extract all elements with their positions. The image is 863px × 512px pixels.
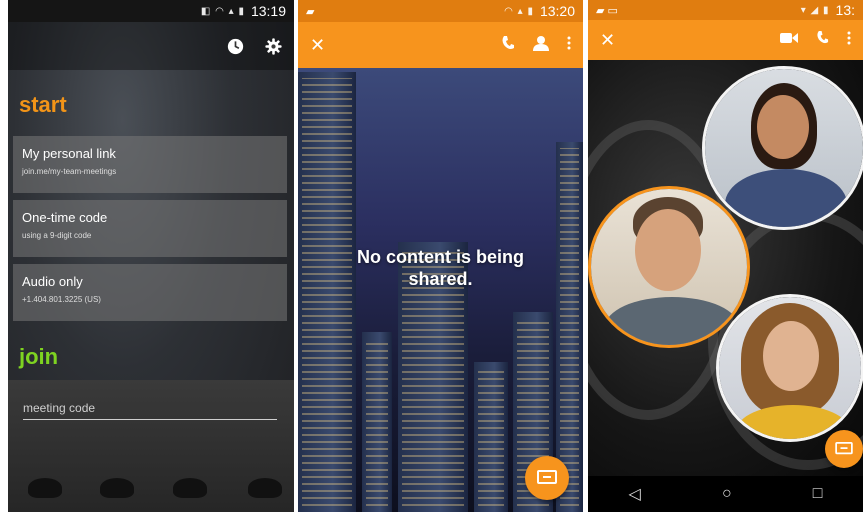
- screen-share-button[interactable]: [825, 430, 863, 468]
- shoe-shape: [248, 478, 282, 498]
- app-showcase: ◧ ◠ ▴ ▮ 13:19 start My personal link joi…: [0, 0, 863, 512]
- system-nav-bar: ◁ ○ □: [588, 476, 863, 512]
- status-icons: ◠ ▴ ▮: [504, 5, 534, 17]
- notification-icon: ▰ ▭: [596, 4, 618, 17]
- building-shape: [362, 332, 392, 512]
- status-bar: ▰ ◠ ▴ ▮ 13:20: [298, 0, 583, 22]
- viewer-screen: ▰ ◠ ▴ ▮ 13:20 ✕ No content is being shar…: [298, 0, 583, 512]
- top-app-bar: [8, 22, 294, 70]
- more-vert-icon[interactable]: [567, 36, 571, 55]
- screen-share-icon: [537, 470, 557, 484]
- screen-share-button[interactable]: [525, 456, 569, 500]
- start-screen: ◧ ◠ ▴ ▮ 13:19 start My personal link joi…: [8, 0, 294, 512]
- history-icon[interactable]: [226, 37, 244, 55]
- building-shape: [298, 72, 356, 512]
- participant-face: [763, 321, 819, 391]
- participant-face: [757, 95, 809, 159]
- status-time: 13:: [835, 2, 855, 18]
- option-subtitle: +1.404.801.3225 (US): [22, 295, 101, 304]
- meeting-code-input[interactable]: [23, 396, 277, 420]
- more-vert-icon[interactable]: [847, 31, 851, 50]
- status-time: 13:19: [250, 3, 286, 19]
- participant-video-bubble[interactable]: [716, 294, 863, 442]
- city-background: [298, 68, 583, 512]
- nav-back-icon[interactable]: ◁: [629, 484, 641, 504]
- join-heading: join: [19, 344, 59, 369]
- close-icon[interactable]: ✕: [600, 30, 615, 51]
- screen-share-icon: [835, 442, 853, 455]
- status-icons: ▾ ◢ ▮: [800, 4, 830, 16]
- close-icon[interactable]: ✕: [310, 35, 325, 56]
- status-bar: ◧ ◠ ▴ ▮ 13:19: [8, 0, 294, 22]
- building-shape: [556, 142, 583, 512]
- top-app-bar: ✕: [588, 20, 863, 60]
- personal-link-option[interactable]: My personal link join.me/my-team-meeting…: [13, 136, 287, 193]
- phone-icon[interactable]: [816, 30, 829, 50]
- start-heading: start: [19, 92, 67, 117]
- status-icons: ◧ ◠ ▴ ▮: [200, 5, 245, 17]
- no-content-message: No content is being shared.: [356, 247, 524, 289]
- phone-icon[interactable]: [501, 35, 515, 56]
- shoe-shape: [173, 478, 207, 498]
- option-subtitle: using a 9-digit code: [22, 231, 92, 240]
- option-title: One-time code: [22, 210, 108, 225]
- status-bar: ▰ ▭ ▾ ◢ ▮ 13:: [588, 0, 863, 20]
- video-call-screen: ▰ ▭ ▾ ◢ ▮ 13: ✕ ◁ ○ □: [588, 0, 863, 512]
- option-title: My personal link: [22, 146, 116, 161]
- person-icon[interactable]: [533, 35, 549, 56]
- settings-gear-icon[interactable]: [264, 37, 282, 55]
- participant-face: [635, 209, 701, 291]
- shoe-shape: [28, 478, 62, 498]
- status-time: 13:20: [539, 3, 575, 19]
- option-subtitle: join.me/my-team-meetings: [22, 167, 117, 176]
- nav-home-icon[interactable]: ○: [722, 485, 732, 503]
- video-camera-icon[interactable]: [780, 31, 798, 49]
- shoe-shape: [100, 478, 134, 498]
- notification-icon: ▰: [306, 5, 315, 18]
- audio-only-option[interactable]: Audio only +1.404.801.3225 (US): [13, 264, 287, 321]
- one-time-code-option[interactable]: One-time code using a 9-digit code: [13, 200, 287, 257]
- top-app-bar: ✕: [298, 22, 583, 68]
- building-shape: [474, 362, 508, 512]
- nav-recents-icon[interactable]: □: [813, 485, 823, 503]
- option-title: Audio only: [22, 274, 83, 289]
